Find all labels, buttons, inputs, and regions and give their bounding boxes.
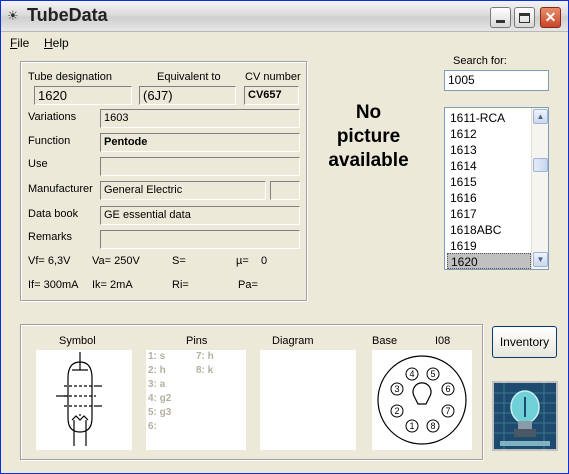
no-picture-message: No picture available: [321, 101, 416, 173]
pin-entry: 1: s: [148, 351, 166, 362]
pentode-symbol-icon: [56, 352, 102, 446]
pin-entry: 8: k: [196, 365, 214, 376]
close-icon: ✕: [544, 9, 557, 25]
pin-entry: 2: h: [148, 365, 166, 376]
use-field[interactable]: [100, 157, 300, 176]
tube-list[interactable]: 1611-RCA 1612 1613 1614 1615 1616 1617 1…: [444, 107, 549, 270]
base-pin-label: 5: [430, 369, 435, 379]
diagram-panel: [260, 350, 356, 450]
maximize-button[interactable]: [514, 7, 535, 28]
pins-panel: 1: s 2: h 3: a 4: g2 5: g3 6: 7: h 8: k: [146, 350, 246, 450]
search-label: Search for:: [453, 55, 507, 67]
function-field[interactable]: Pentode: [100, 133, 300, 152]
base-pin-label: 2: [394, 406, 399, 416]
list-scrollbar[interactable]: ▲ ▼: [531, 108, 548, 269]
ri-value: Ri=: [172, 279, 189, 291]
databook-field[interactable]: GE essential data: [100, 206, 300, 225]
no-picture-line-2: picture: [336, 126, 401, 147]
list-item[interactable]: 1614: [447, 158, 531, 174]
list-item[interactable]: 1617: [447, 206, 531, 222]
base-pin-label: 7: [445, 406, 450, 416]
pin-entry: 6:: [148, 421, 157, 432]
pins-label: Pins: [186, 335, 208, 347]
designation-field[interactable]: 1620: [34, 86, 132, 105]
scroll-down-button[interactable]: ▼: [533, 252, 548, 267]
cv-label: CV number: [245, 71, 301, 83]
s-value: S=: [172, 255, 186, 267]
list-item[interactable]: 1619: [447, 238, 531, 254]
no-picture-line-1: No: [355, 102, 382, 123]
mu-label: µ=: [236, 255, 249, 267]
ik-value: Ik= 2mA: [92, 279, 133, 291]
databook-label: Data book: [28, 208, 79, 220]
pin-entry: 7: h: [196, 351, 214, 362]
diagram-label: Diagram: [272, 335, 314, 347]
scroll-thumb[interactable]: [533, 158, 548, 172]
octal-base-diagram: 1 2 3 4 5 6 7 8: [377, 355, 467, 445]
vacuum-tube-logo-icon: [494, 383, 556, 449]
list-item[interactable]: 1615: [447, 174, 531, 190]
if-value: If= 300mA: [28, 279, 79, 291]
pin-entry: 3: a: [148, 379, 166, 390]
pa-value: Pa=: [238, 279, 258, 291]
menu-help-accelerator: H: [44, 36, 53, 50]
maximize-icon: [519, 12, 530, 23]
symbol-label: Symbol: [59, 335, 96, 347]
list-item[interactable]: 1611-RCA: [447, 110, 531, 126]
pin-entry: 5: g3: [148, 407, 172, 418]
minimize-button[interactable]: [490, 7, 511, 28]
base-pin-label: 3: [394, 384, 399, 394]
manufacturer-field[interactable]: General Electric: [100, 181, 266, 200]
mu-value: 0: [261, 255, 268, 267]
base-type: I08: [435, 335, 451, 347]
minimize-icon: [496, 20, 505, 23]
equivalent-label: Equivalent to: [157, 71, 221, 83]
menu-file-label: ile: [17, 36, 30, 50]
base-panel: 1 2 3 4 5 6 7 8: [372, 350, 472, 450]
menu-help[interactable]: Help: [44, 36, 69, 50]
remarks-field[interactable]: [100, 230, 300, 249]
use-label: Use: [28, 158, 48, 170]
manufacturer-label: Manufacturer: [28, 183, 93, 195]
cv-field[interactable]: CV657: [244, 86, 299, 105]
base-pin-label: 8: [430, 421, 435, 431]
search-input[interactable]: 1005: [444, 70, 549, 91]
menu-bar: File Help: [1, 33, 568, 53]
chevron-down-icon: ▼: [536, 255, 545, 264]
base-pin-label: 4: [409, 369, 414, 379]
variations-field[interactable]: 1603: [100, 109, 300, 128]
base-pin-label: 1: [409, 421, 414, 431]
lightbulb-icon: ☀: [7, 8, 19, 23]
function-label: Function: [28, 135, 71, 147]
list-item[interactable]: 1616: [447, 190, 531, 206]
no-picture-line-3: available: [328, 150, 409, 171]
symbol-panel: [36, 350, 132, 450]
tube-logo: [492, 381, 558, 451]
app-window: ☀ TubeData ✕ File Help Tube designation …: [0, 0, 569, 474]
list-item[interactable]: 1613: [447, 142, 531, 158]
close-button[interactable]: ✕: [540, 7, 561, 28]
manufacturer-extra-field[interactable]: [270, 181, 300, 200]
window-title: TubeData: [27, 5, 108, 25]
base-label: Base: [372, 335, 398, 347]
vf-value: Vf= 6,3V: [28, 255, 71, 267]
va-value: Va= 250V: [92, 255, 140, 267]
menu-help-label: elp: [52, 36, 69, 50]
base-pin-label: 6: [445, 384, 450, 394]
list-item-selected[interactable]: 1620: [447, 253, 531, 269]
variations-label: Variations: [28, 111, 77, 123]
equivalent-field[interactable]: (6J7): [139, 86, 236, 105]
remarks-label: Remarks: [28, 231, 73, 243]
title-bar[interactable]: ☀ TubeData ✕: [1, 1, 568, 32]
list-item[interactable]: 1612: [447, 126, 531, 142]
inventory-button[interactable]: Inventory: [492, 326, 557, 358]
scroll-up-button[interactable]: ▲: [533, 109, 548, 124]
menu-file[interactable]: File: [10, 36, 29, 50]
chevron-up-icon: ▲: [536, 112, 545, 121]
pin-entry: 4: g2: [148, 393, 172, 404]
designation-label: Tube designation: [28, 71, 112, 83]
list-item[interactable]: 1618ABC: [447, 222, 531, 238]
